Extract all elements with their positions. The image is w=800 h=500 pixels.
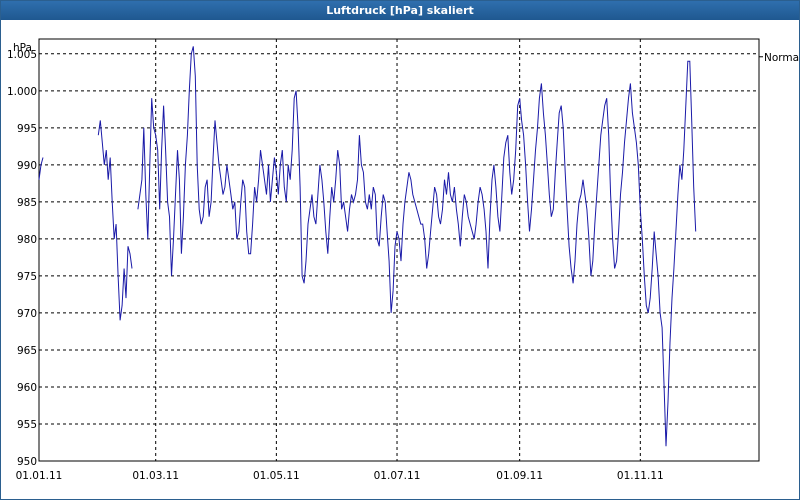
y-tick-label: 965 xyxy=(17,345,37,357)
x-tick-label: 01.11.11 xyxy=(617,470,664,482)
chart-window: Luftdruck [hPa] skaliert 1.005 1.000 995 99… xyxy=(0,0,800,500)
pressure-chart: 1.0051.000995990985980975970965960955950… xyxy=(7,38,799,482)
y-tick-label: 980 xyxy=(17,234,37,246)
plot-area xyxy=(38,38,760,462)
y-tick-label: 950 xyxy=(17,456,37,468)
y-axis-label: hPa xyxy=(13,42,32,54)
x-tick-label: 01.07.11 xyxy=(374,470,421,482)
y-tick-label: 970 xyxy=(17,308,37,320)
y-tick-label: 960 xyxy=(17,382,37,394)
x-tick-label: 01.09.11 xyxy=(496,470,543,482)
y-tick-label: 995 xyxy=(17,123,37,135)
y-tick-label: 955 xyxy=(17,419,37,431)
x-tick-label: 01.01.11 xyxy=(16,470,63,482)
reference-line-label: Normal xyxy=(764,52,799,64)
x-tick-label: 01.05.11 xyxy=(253,470,300,482)
y-tick-label: 990 xyxy=(17,160,37,172)
y-tick-label: 975 xyxy=(17,271,37,283)
x-tick-label: 01.03.11 xyxy=(132,470,179,482)
y-tick-label: 985 xyxy=(17,197,37,209)
y-tick-label: 1.000 xyxy=(7,86,37,98)
